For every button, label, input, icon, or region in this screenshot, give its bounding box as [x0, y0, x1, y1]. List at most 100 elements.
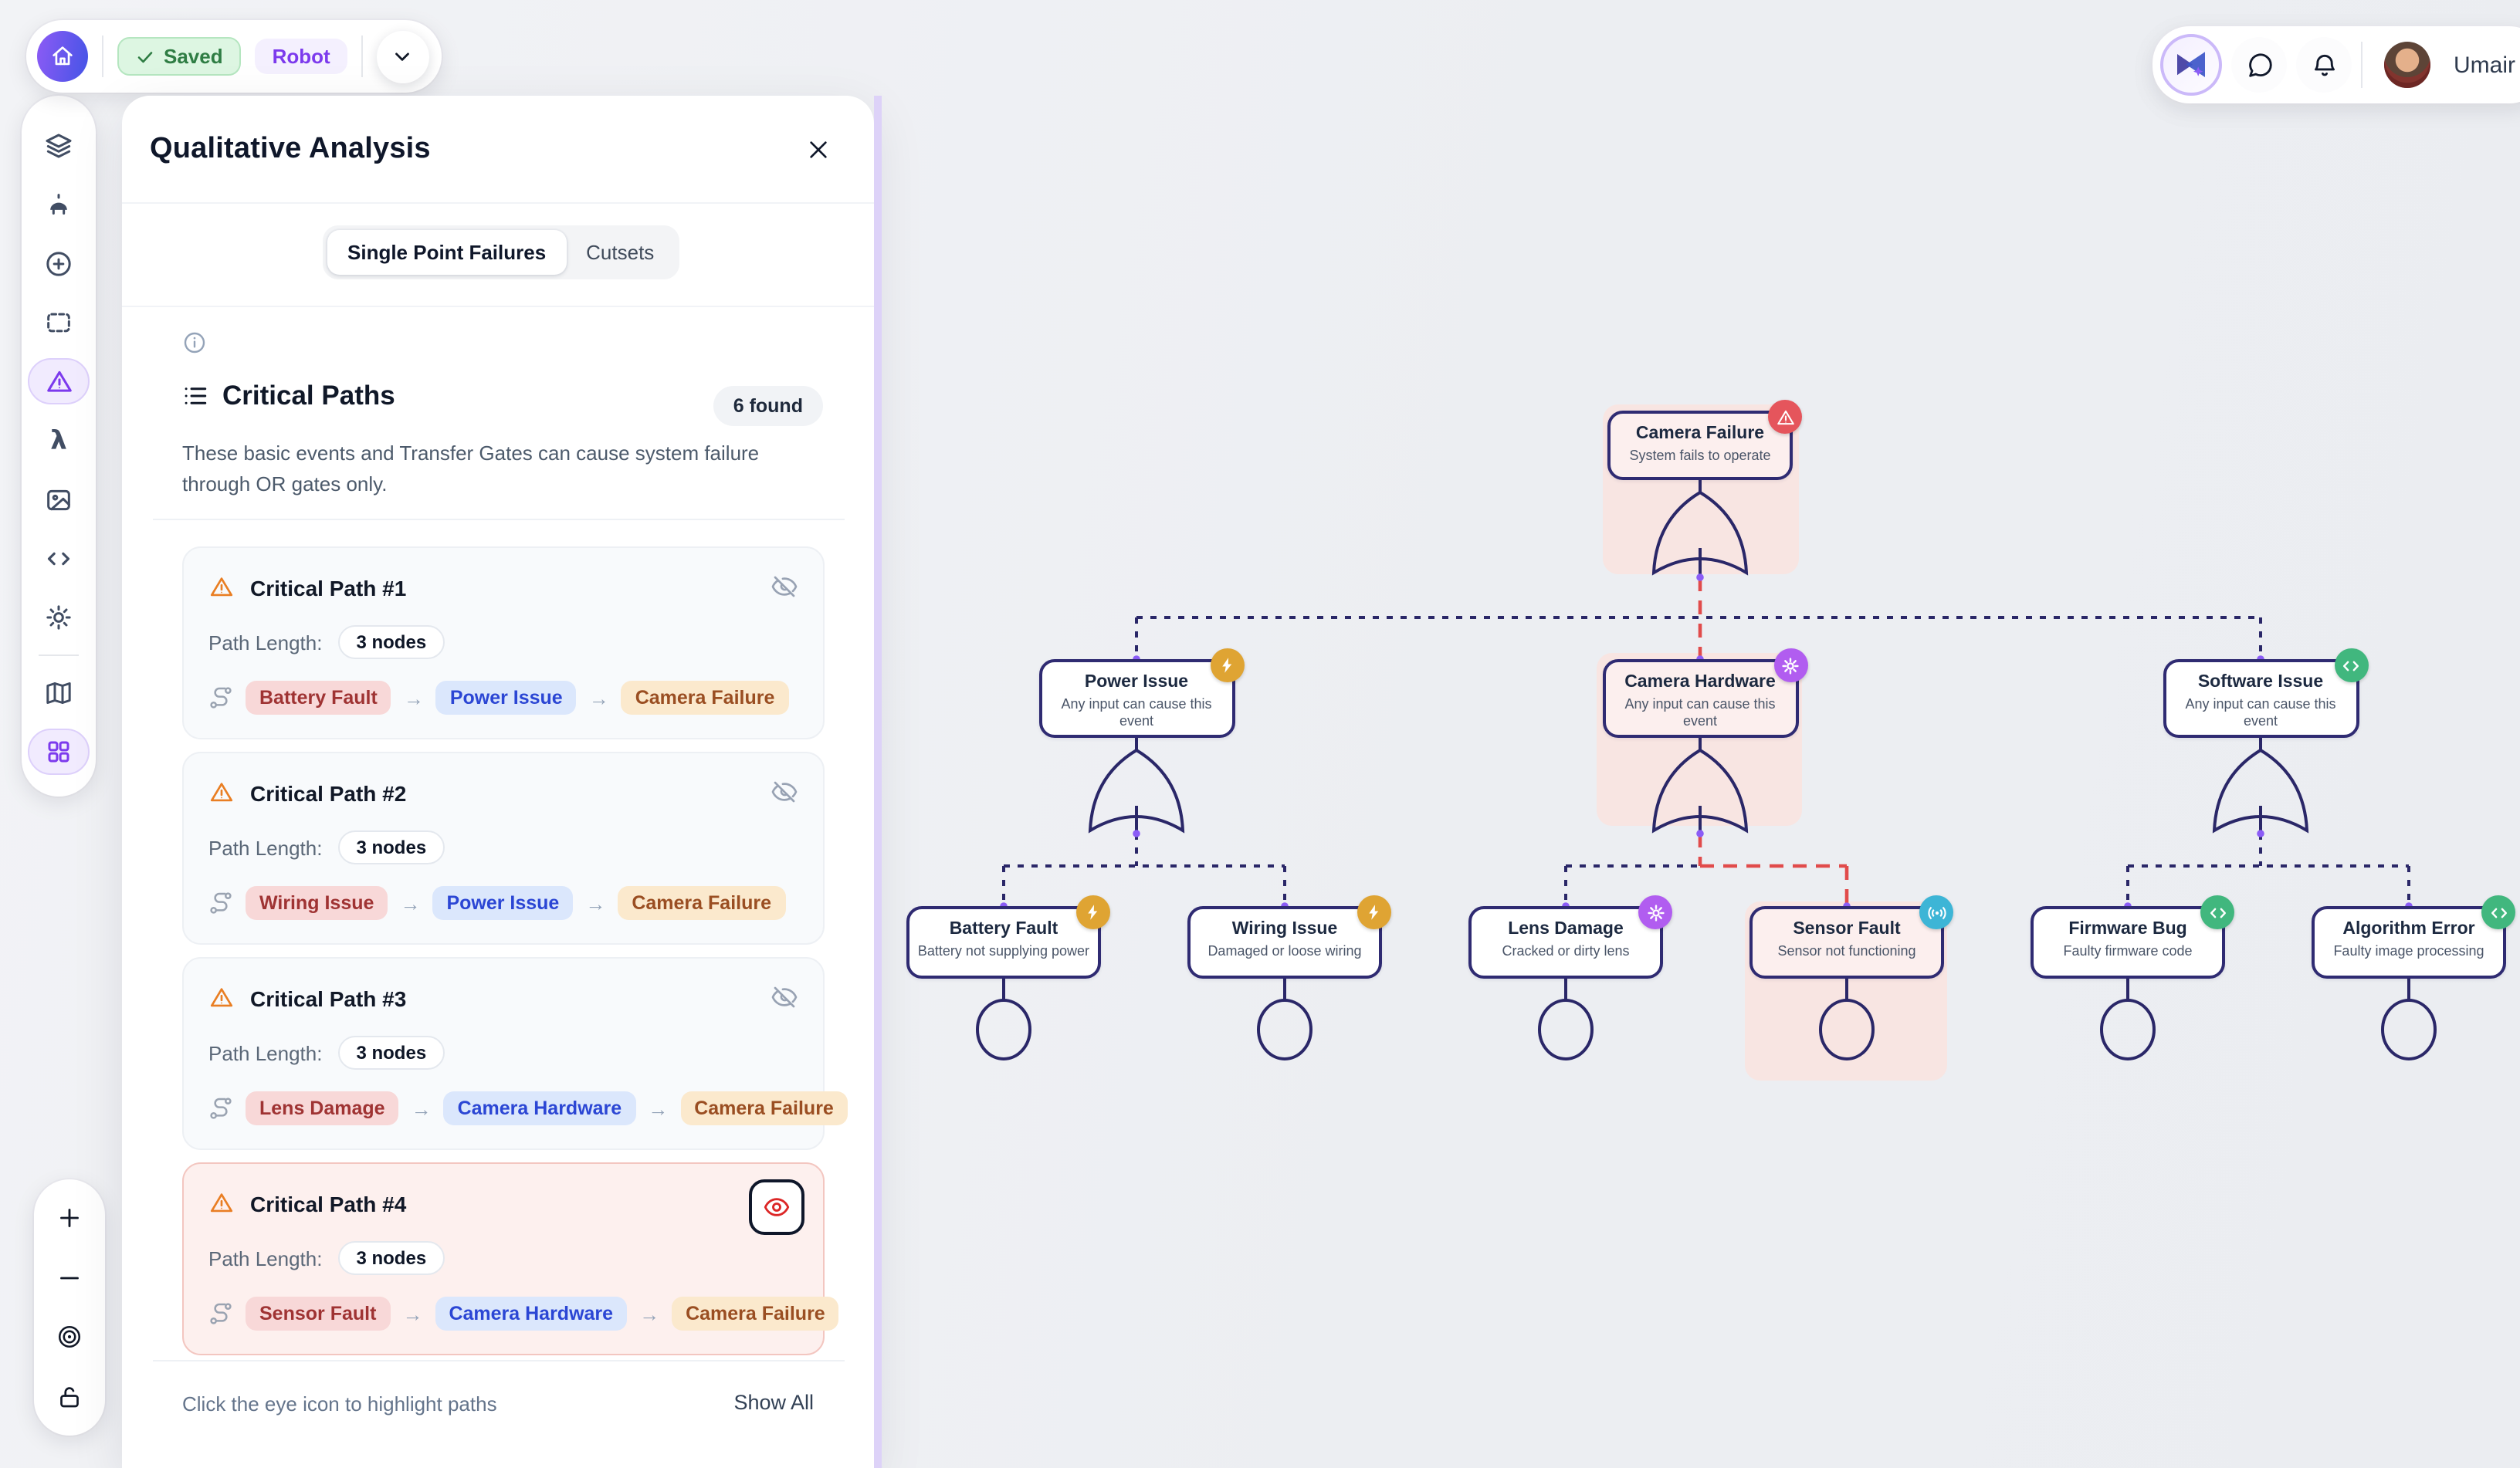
critical-paths-description: These basic events and Transfer Gates ca…: [182, 438, 800, 499]
panel-divider: [122, 202, 874, 204]
analysis-tabs: Single Point Failures Cutsets: [323, 225, 679, 279]
eye-off-icon: [771, 983, 798, 1011]
path-arrow: →: [585, 891, 605, 915]
warning-triangle-icon: [208, 1190, 235, 1216]
node-count-badge: 3 nodes: [337, 1241, 445, 1275]
panel-divider: [122, 306, 874, 307]
found-count-badge: 6 found: [713, 386, 823, 426]
node-title: Power Issue: [1048, 671, 1225, 694]
node-title: Lens Damage: [1478, 918, 1654, 941]
qualitative-analysis-panel: Qualitative Analysis Single Point Failur…: [122, 96, 874, 1468]
path-node-chip: Power Issue: [432, 886, 573, 920]
gear-badge-icon: [1773, 648, 1807, 682]
toggle-path-visibility-button[interactable]: [771, 573, 798, 608]
footer-divider: [153, 1360, 845, 1361]
bolt-badge-icon: [1210, 648, 1244, 682]
card-title: Critical Path #3: [250, 986, 406, 1010]
critical-path-list: Critical Path #1 Path Length: 3 nodes Ba…: [182, 546, 825, 1355]
eye-off-icon: [771, 778, 798, 806]
card-title: Critical Path #4: [250, 1191, 406, 1216]
warning-badge-icon: [1768, 400, 1802, 434]
gear-badge-icon: [1638, 895, 1672, 929]
path-node-chip: Battery Fault: [246, 681, 391, 715]
node-title: Firmware Bug: [2040, 918, 2216, 941]
critical-path-card[interactable]: Critical Path #1 Path Length: 3 nodes Ba…: [182, 546, 825, 739]
tab-single-point-failures[interactable]: Single Point Failures: [327, 230, 566, 275]
waypoints-icon: [208, 1096, 233, 1121]
warning-triangle-icon: [208, 985, 235, 1011]
tree-node-camera-hardware[interactable]: Camera Hardware Any input can cause this …: [1602, 659, 1798, 738]
node-title: Algorithm Error: [2321, 918, 2497, 941]
critical-path-card[interactable]: Critical Path #2 Path Length: 3 nodes Wi…: [182, 752, 825, 945]
node-title: Camera Hardware: [1611, 671, 1789, 694]
bolt-badge-icon: [1357, 895, 1391, 929]
card-title: Critical Path #1: [250, 575, 406, 600]
eye-off-icon: [771, 573, 798, 600]
node-title: Software Issue: [2172, 671, 2349, 694]
card-title: Critical Path #2: [250, 780, 406, 805]
path-chips: Wiring Issue→Power Issue→Camera Failure: [246, 886, 785, 920]
panel-title: Qualitative Analysis: [150, 133, 431, 167]
path-node-chip: Camera Failure: [618, 886, 785, 920]
panel-resize-handle[interactable]: [874, 96, 882, 1468]
node-subtitle: System fails to operate: [1617, 448, 1783, 465]
code-badge-icon: [2200, 895, 2234, 929]
critical-paths-title: Critical Paths: [222, 380, 395, 412]
critical-paths-header: Critical Paths: [182, 380, 395, 412]
node-title: Sensor Fault: [1759, 918, 1935, 941]
tree-node-camera-failure[interactable]: Camera FailureSystem fails to operate: [1607, 411, 1793, 480]
code-badge-icon: [2334, 648, 2368, 682]
path-length-label: Path Length:: [208, 1246, 322, 1270]
node-subtitle: Any input can cause this event: [1048, 697, 1225, 730]
tab-cutsets[interactable]: Cutsets: [566, 230, 674, 275]
path-node-chip: Camera Failure: [672, 1297, 839, 1331]
show-all-button[interactable]: Show All: [733, 1391, 814, 1414]
tree-node-software-issue[interactable]: Software IssueAny input can cause this e…: [2163, 659, 2359, 738]
critical-path-card[interactable]: Critical Path #3 Path Length: 3 nodes Le…: [182, 957, 825, 1150]
path-node-chip: Camera Hardware: [444, 1091, 636, 1125]
toggle-path-visibility-button[interactable]: [771, 983, 798, 1019]
path-length-label: Path Length:: [208, 836, 322, 859]
bolt-badge-icon: [1076, 895, 1110, 929]
node-subtitle: Faulty image processing: [2321, 944, 2497, 961]
close-panel-button[interactable]: [803, 134, 834, 165]
signal-badge-icon: [1919, 895, 1953, 929]
app-root: Camera FailureSystem fails to operatePow…: [0, 0, 2520, 1468]
tree-node-sensor-fault[interactable]: Sensor Fault Sensor not functioning: [1749, 906, 1944, 979]
tree-node-wiring-issue[interactable]: Wiring Issue Damaged or loose wiring: [1187, 906, 1382, 979]
node-title: Wiring Issue: [1197, 918, 1373, 941]
list-icon: [182, 383, 208, 409]
tree-node-power-issue[interactable]: Power Issue Any input can cause this even…: [1038, 659, 1235, 738]
node-subtitle: Battery not supplying power: [916, 944, 1092, 961]
path-node-chip: Camera Failure: [622, 681, 789, 715]
info-icon[interactable]: [182, 330, 207, 363]
close-icon: [806, 137, 831, 162]
path-length-label: Path Length:: [208, 631, 322, 654]
tree-node-algorithm-error[interactable]: Algorithm Error Faulty image processing: [2312, 906, 2506, 979]
path-arrow: →: [589, 686, 609, 709]
warning-triangle-icon: [208, 574, 235, 600]
waypoints-icon: [208, 685, 233, 710]
footer-hint: Click the eye icon to highlight paths: [182, 1392, 497, 1416]
node-subtitle: Any input can cause this event: [1611, 697, 1789, 730]
toggle-path-visibility-button[interactable]: [771, 778, 798, 813]
tree-node-firmware-bug[interactable]: Firmware BugFaulty firmware code: [2031, 906, 2225, 979]
section-divider: [153, 519, 845, 520]
path-arrow: →: [648, 1097, 668, 1120]
node-count-badge: 3 nodes: [337, 830, 445, 864]
node-subtitle: Sensor not functioning: [1759, 944, 1935, 961]
toggle-path-visibility-button[interactable]: [749, 1179, 804, 1235]
critical-path-card[interactable]: Critical Path #4 Path Length: 3 nodes Se…: [182, 1162, 825, 1355]
code-badge-icon: [2481, 895, 2515, 929]
path-node-chip: Wiring Issue: [246, 886, 388, 920]
tree-node-lens-damage[interactable]: Lens DamageCracked or dirty lens: [1468, 906, 1663, 979]
path-arrow: →: [402, 1302, 422, 1325]
tree-node-battery-fault[interactable]: Battery FaultBattery not supplying power: [906, 906, 1101, 979]
node-subtitle: Damaged or loose wiring: [1197, 944, 1373, 961]
node-count-badge: 3 nodes: [337, 1036, 445, 1070]
path-arrow: →: [639, 1302, 659, 1325]
path-length-label: Path Length:: [208, 1041, 322, 1064]
warning-triangle-icon: [208, 780, 235, 806]
path-arrow: →: [404, 686, 424, 709]
node-count-badge: 3 nodes: [337, 625, 445, 659]
